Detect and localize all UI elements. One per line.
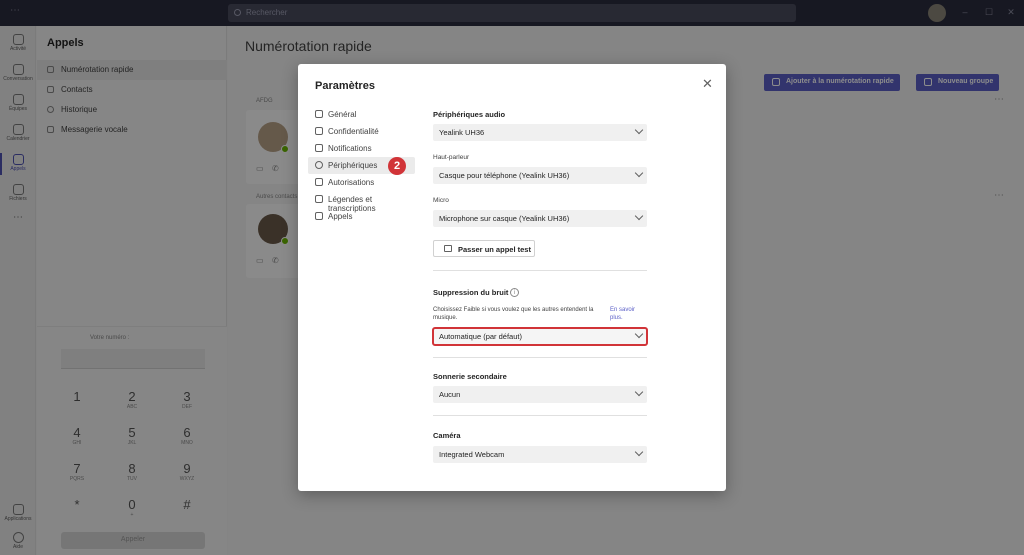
bell-icon	[315, 144, 323, 152]
gear-icon	[315, 110, 323, 118]
noise-suppression-heading: Suppression du bruit	[433, 288, 509, 297]
chevron-down-icon	[634, 211, 644, 221]
audio-device-select[interactable]: Yealink UH36	[433, 124, 647, 141]
phone-icon	[315, 212, 323, 220]
secondary-ringer-heading: Sonnerie secondaire	[433, 372, 507, 381]
secondary-ringer-select[interactable]: Aucun	[433, 386, 647, 403]
settings-nav: Général Confidentialité Notifications Pé…	[308, 106, 415, 225]
lock-icon	[315, 127, 323, 135]
audio-devices-heading: Périphériques audio	[433, 110, 506, 119]
learn-more-link[interactable]: En savoir plus.	[610, 306, 646, 322]
noise-description: Choisissez Faible si vous voulez que les…	[433, 307, 594, 321]
camera-heading: Caméra	[433, 431, 461, 440]
settings-nav-privacy[interactable]: Confidentialité	[308, 123, 415, 140]
camera-select[interactable]: Integrated Webcam	[433, 446, 647, 463]
settings-nav-general[interactable]: Général	[308, 106, 415, 123]
info-icon[interactable]: i	[510, 288, 519, 297]
dialog-title: Paramètres	[315, 80, 375, 92]
headset-icon	[315, 161, 323, 169]
settings-nav-devices[interactable]: Périphériques 2	[308, 157, 415, 175]
settings-nav-calls[interactable]: Appels	[308, 208, 415, 225]
divider	[433, 357, 647, 358]
settings-nav-captions[interactable]: Légendes et transcriptions	[308, 191, 415, 213]
settings-nav-permissions[interactable]: Autorisations	[308, 174, 415, 191]
step-badge: 2	[388, 157, 406, 175]
settings-dialog: Paramètres ✕ Général Confidentialité Not…	[298, 64, 726, 491]
mic-label: Micro	[433, 197, 449, 204]
mic-select[interactable]: Microphone sur casque (Yealink UH36)	[433, 210, 647, 227]
speaker-label: Haut-parleur	[433, 154, 470, 161]
divider	[433, 270, 647, 271]
apps-icon	[315, 178, 323, 186]
divider	[433, 415, 647, 416]
test-call-icon	[444, 245, 452, 252]
captions-icon	[315, 195, 323, 203]
chevron-down-icon	[634, 447, 644, 457]
chevron-down-icon	[634, 125, 644, 135]
chevron-down-icon	[634, 168, 644, 178]
noise-suppression-select[interactable]: Automatique (par défaut)	[432, 327, 648, 346]
speaker-select[interactable]: Casque pour téléphone (Yealink UH36)	[433, 167, 647, 184]
chevron-down-icon	[634, 329, 644, 339]
close-icon[interactable]: ✕	[702, 77, 713, 90]
chevron-down-icon	[634, 387, 644, 397]
test-call-button[interactable]: Passer un appel test	[433, 240, 535, 257]
settings-nav-notifications[interactable]: Notifications	[308, 140, 415, 157]
